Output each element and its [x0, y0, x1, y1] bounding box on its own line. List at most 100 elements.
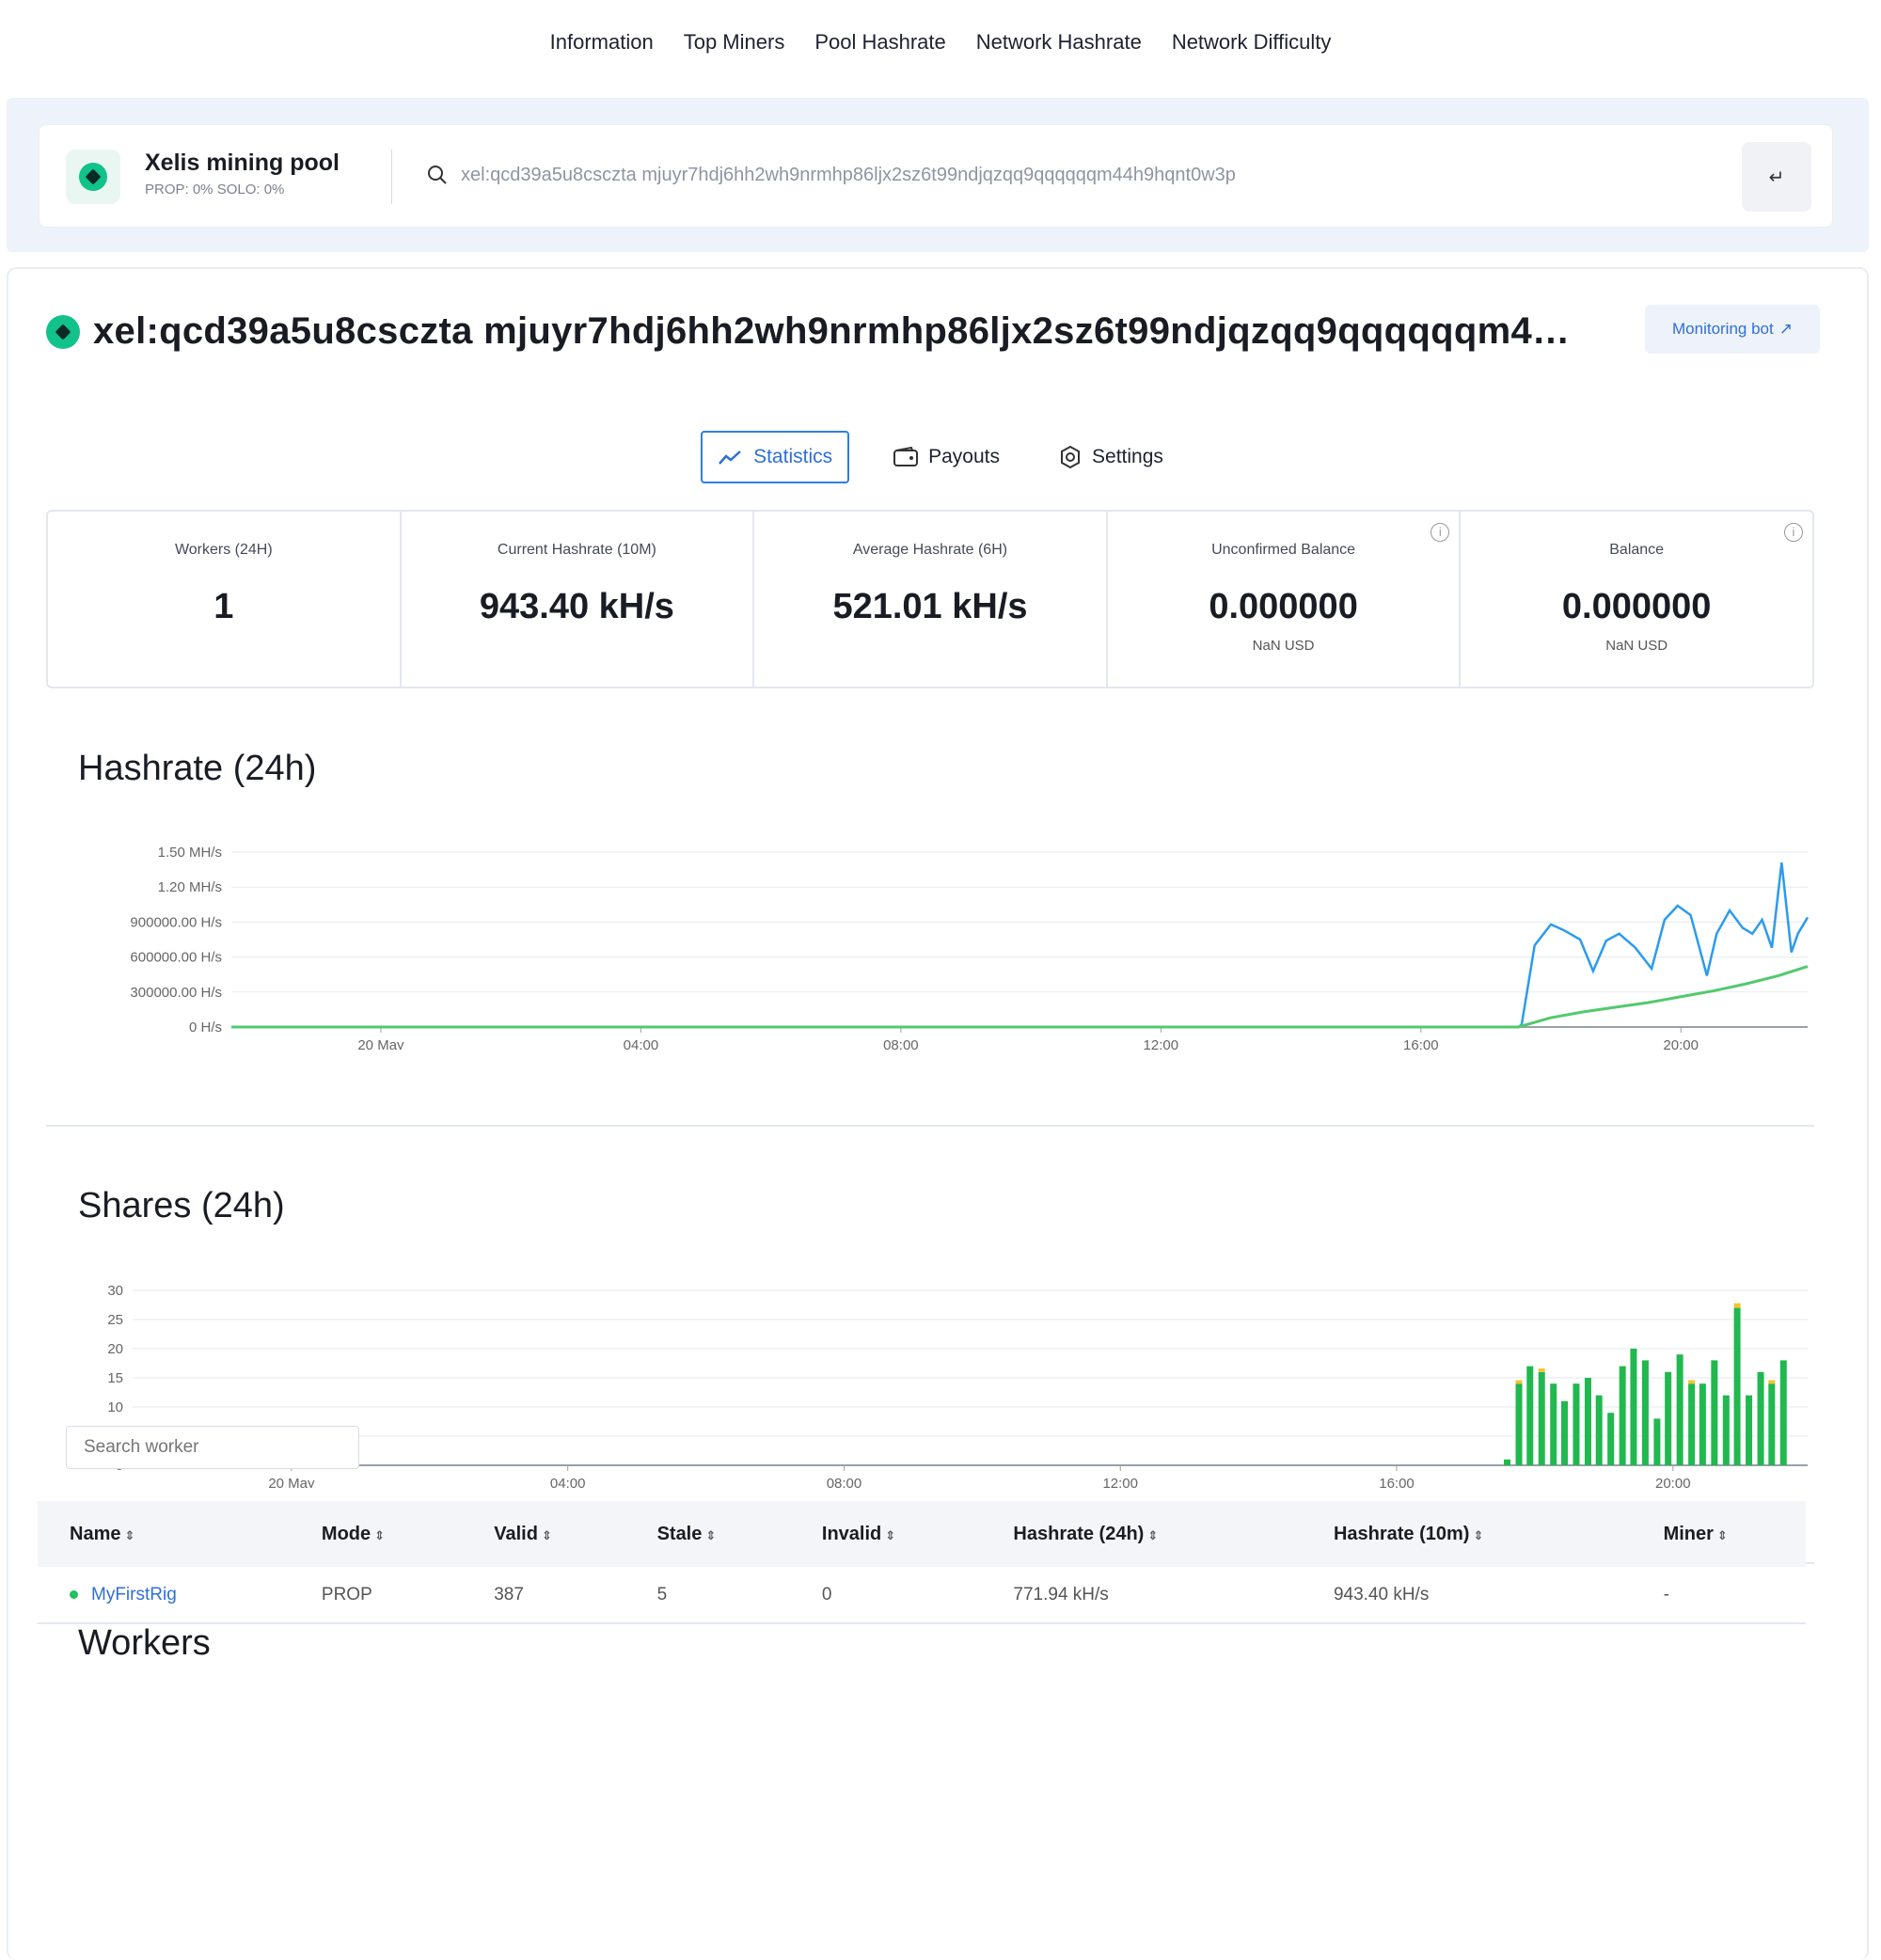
- workers-table: Name ⇕ Mode ⇕ Valid ⇕ Stale ⇕ Invalid ⇕ Hashr…: [38, 1501, 1806, 1624]
- col-invalid[interactable]: Invalid ⇕: [789, 1501, 982, 1567]
- hashrate-title: Hashrate (24h): [78, 749, 317, 788]
- divider: [391, 150, 392, 204]
- col-miner[interactable]: Miner ⇕: [1631, 1501, 1806, 1567]
- account-header: xel:qcd39a5u8csczta mjuyr7hdj6hh2wh9nrmh…: [46, 310, 1570, 353]
- x-tick-label: 04:00: [624, 1037, 659, 1050]
- tab-payouts[interactable]: Payouts: [877, 431, 1015, 483]
- address-search-input[interactable]: [461, 159, 1401, 191]
- x-tick-label: 12:00: [1144, 1037, 1179, 1050]
- stats-grid: Workers (24H) 1 Current Hashrate (10M) 9…: [46, 510, 1814, 688]
- stat-balance: i Balance 0.000000 NaN USD: [1461, 512, 1812, 687]
- y-tick-label: 1.20 MH/s: [158, 879, 222, 895]
- worker-miner: -: [1631, 1567, 1806, 1624]
- nav-information[interactable]: Information: [548, 26, 656, 58]
- sort-icon: ⇕: [1716, 1527, 1728, 1542]
- sort-icon: ⇕: [1147, 1527, 1159, 1542]
- y-tick-label: 600000.00 H/s: [130, 950, 222, 966]
- y-tick-label: 1.50 MH/s: [158, 845, 222, 861]
- enter-button[interactable]: ↵: [1742, 142, 1811, 212]
- worker-invalid: 0: [789, 1567, 982, 1624]
- tab-statistics-label: Statistics: [753, 446, 833, 467]
- sort-icon: ⇕: [374, 1527, 386, 1542]
- monitoring-bot-button[interactable]: Monitoring bot ↗: [1645, 305, 1820, 354]
- x-tick-label: 12:00: [1102, 1476, 1138, 1488]
- y-tick-label: 30: [107, 1283, 123, 1299]
- gear-icon: [1061, 445, 1081, 469]
- monitoring-bot-label: Monitoring bot: [1672, 320, 1774, 338]
- section-divider: [46, 1125, 1814, 1127]
- x-tick-label: 04:00: [550, 1476, 586, 1488]
- info-icon[interactable]: i: [1783, 523, 1803, 542]
- col-stale[interactable]: Stale ⇕: [624, 1501, 790, 1567]
- tab-statistics[interactable]: Statistics: [701, 431, 850, 483]
- share-bar: [1722, 1395, 1730, 1465]
- search-worker-input[interactable]: [66, 1426, 359, 1469]
- tab-settings-label: Settings: [1092, 446, 1163, 467]
- table-header-row: Name ⇕ Mode ⇕ Valid ⇕ Stale ⇕ Invalid ⇕ Hashr…: [38, 1501, 1806, 1567]
- stat-label: Workers (24H): [174, 542, 273, 558]
- worker-valid: 387: [462, 1567, 625, 1624]
- x-tick-label: 20:00: [1655, 1476, 1691, 1488]
- sort-icon: ⇕: [885, 1527, 896, 1542]
- stat-unconfirmed-balance: i Unconfirmed Balance 0.000000 NaN USD: [1108, 512, 1462, 687]
- share-bar: [1550, 1383, 1557, 1465]
- y-tick-label: 20: [107, 1341, 123, 1357]
- stat-value: 521.01 kH/s: [832, 587, 1028, 626]
- share-bar: [1746, 1395, 1753, 1465]
- share-bar: [1733, 1307, 1741, 1465]
- tab-settings[interactable]: Settings: [1043, 431, 1178, 483]
- search-icon: [428, 166, 447, 184]
- x-tick-label: 20:00: [1663, 1037, 1699, 1050]
- table-row: MyFirstRig PROP 387 5 0 771.94 kH/s 943.…: [38, 1567, 1806, 1624]
- share-bar: [1515, 1383, 1523, 1465]
- worker-link[interactable]: MyFirstRig: [91, 1585, 177, 1604]
- stat-current-hashrate: Current Hashrate (10M) 943.40 kH/s: [402, 512, 755, 687]
- x-tick-label: 08:00: [827, 1476, 862, 1488]
- stat-usd: NaN USD: [1605, 638, 1668, 654]
- x-tick-label: 20 May: [357, 1037, 404, 1050]
- stat-value: 943.40 kH/s: [479, 587, 674, 626]
- col-mode[interactable]: Mode ⇕: [289, 1501, 463, 1567]
- share-bar: [1619, 1366, 1626, 1465]
- nav-network-difficulty[interactable]: Network Difficulty: [1170, 26, 1334, 58]
- stat-label: Current Hashrate (10M): [497, 542, 656, 558]
- nav-pool-hashrate[interactable]: Pool Hashrate: [813, 26, 947, 58]
- info-icon[interactable]: i: [1431, 523, 1450, 542]
- share-bar: [1676, 1354, 1683, 1465]
- stat-value: 0.000000: [1561, 587, 1712, 626]
- share-bar: [1584, 1378, 1591, 1465]
- share-bar: [1665, 1371, 1672, 1465]
- nav-network-hashrate[interactable]: Network Hashrate: [974, 26, 1144, 58]
- share-bar: [1779, 1360, 1787, 1465]
- stat-average-hashrate: Average Hashrate (6H) 521.01 kH/s: [754, 512, 1108, 687]
- stale-bar: [1688, 1380, 1696, 1384]
- y-tick-label: 10: [107, 1399, 123, 1415]
- hashrate-line-average: [231, 965, 1809, 1029]
- share-bar: [1538, 1371, 1545, 1465]
- workers-title: Workers: [78, 1623, 211, 1663]
- share-bar: [1653, 1418, 1661, 1465]
- share-bar: [1607, 1413, 1615, 1465]
- share-bar: [1711, 1360, 1718, 1465]
- worker-hashrate-24h: 771.94 kH/s: [981, 1567, 1302, 1624]
- stat-usd: NaN USD: [1252, 638, 1315, 654]
- col-hashrate-24h[interactable]: Hashrate (24h) ⇕: [981, 1501, 1302, 1567]
- worker-name-cell: MyFirstRig: [38, 1567, 290, 1624]
- worker-hashrate-10m: 943.40 kH/s: [1301, 1567, 1632, 1624]
- stale-bar: [1515, 1380, 1523, 1384]
- stat-value: 1: [213, 587, 234, 626]
- stat-label: Average Hashrate (6H): [852, 542, 1008, 558]
- col-valid[interactable]: Valid ⇕: [462, 1501, 625, 1567]
- worker-stale: 5: [624, 1567, 790, 1624]
- share-bar: [1560, 1400, 1568, 1465]
- nav-top-miners[interactable]: Top Miners: [682, 26, 787, 58]
- hashrate-chart: 0 H/s 300000.00 H/s 600000.00 H/s 900000.00…: [130, 845, 1810, 1050]
- hero-banner: Xelis mining pool PROP: 0% SOLO: 0% ↵: [7, 98, 1869, 252]
- col-hashrate-10m[interactable]: Hashrate (10m) ⇕: [1301, 1501, 1632, 1567]
- shares-title: Shares (24h): [78, 1186, 285, 1225]
- account-address: xel:qcd39a5u8csczta mjuyr7hdj6hh2wh9nrmh…: [93, 310, 1571, 352]
- col-name[interactable]: Name ⇕: [38, 1501, 290, 1567]
- diamond-gem-icon: [79, 163, 107, 191]
- worker-mode: PROP: [289, 1567, 463, 1624]
- stale-bar: [1768, 1380, 1776, 1384]
